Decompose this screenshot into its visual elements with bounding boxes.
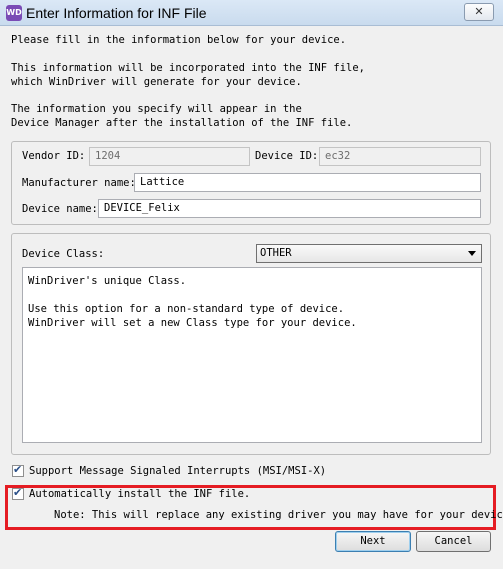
checkmark-icon: ✔	[13, 463, 23, 476]
device-class-dropdown[interactable]: OTHER	[256, 244, 482, 263]
vendor-id-field: 1204	[89, 147, 250, 166]
device-id-label: Device ID:	[255, 150, 319, 162]
msi-checkbox[interactable]: ✔	[12, 463, 24, 477]
title-bar: WD Enter Information for INF File ✕	[0, 0, 503, 26]
auto-install-label: Automatically install the INF file.	[29, 488, 251, 500]
checkmark-icon: ✔	[13, 486, 23, 499]
device-class-selected-value: OTHER	[260, 247, 292, 259]
device-name-label: Device name:	[22, 203, 98, 215]
vendor-id-label: Vendor ID:	[22, 150, 86, 162]
replace-driver-note: Note: This will replace any existing dri…	[54, 509, 503, 521]
msi-checkbox-label: Support Message Signaled Interrupts (MSI…	[29, 465, 327, 477]
windriver-app-icon: WD	[6, 5, 22, 21]
auto-install-checkbox[interactable]: ✔	[12, 486, 24, 500]
cancel-button[interactable]: Cancel	[416, 531, 491, 552]
close-icon: ✕	[474, 5, 484, 18]
device-class-group: Device Class: OTHER WinDriver's unique C…	[11, 233, 491, 455]
device-name-input[interactable]: DEVICE_Felix	[98, 199, 481, 218]
manufacturer-name-input[interactable]: Lattice	[134, 173, 481, 192]
device-id-field: ec32	[319, 147, 481, 166]
intro-line-1: Please fill in the information below for…	[11, 34, 347, 46]
device-info-group: Vendor ID: 1204 Device ID: ec32 Manufact…	[11, 141, 491, 225]
intro-paragraph-3: The information you specify will appear …	[11, 103, 353, 129]
manufacturer-label: Manufacturer name:	[22, 177, 136, 189]
device-class-description: WinDriver's unique Class. Use this optio…	[22, 267, 482, 443]
intro-paragraph-2: This information will be incorporated in…	[11, 62, 366, 88]
device-class-label: Device Class:	[22, 248, 105, 260]
chevron-down-icon	[468, 251, 476, 256]
close-button[interactable]: ✕	[464, 3, 494, 21]
window-title: Enter Information for INF File	[26, 5, 207, 21]
next-button[interactable]: Next	[335, 531, 411, 552]
